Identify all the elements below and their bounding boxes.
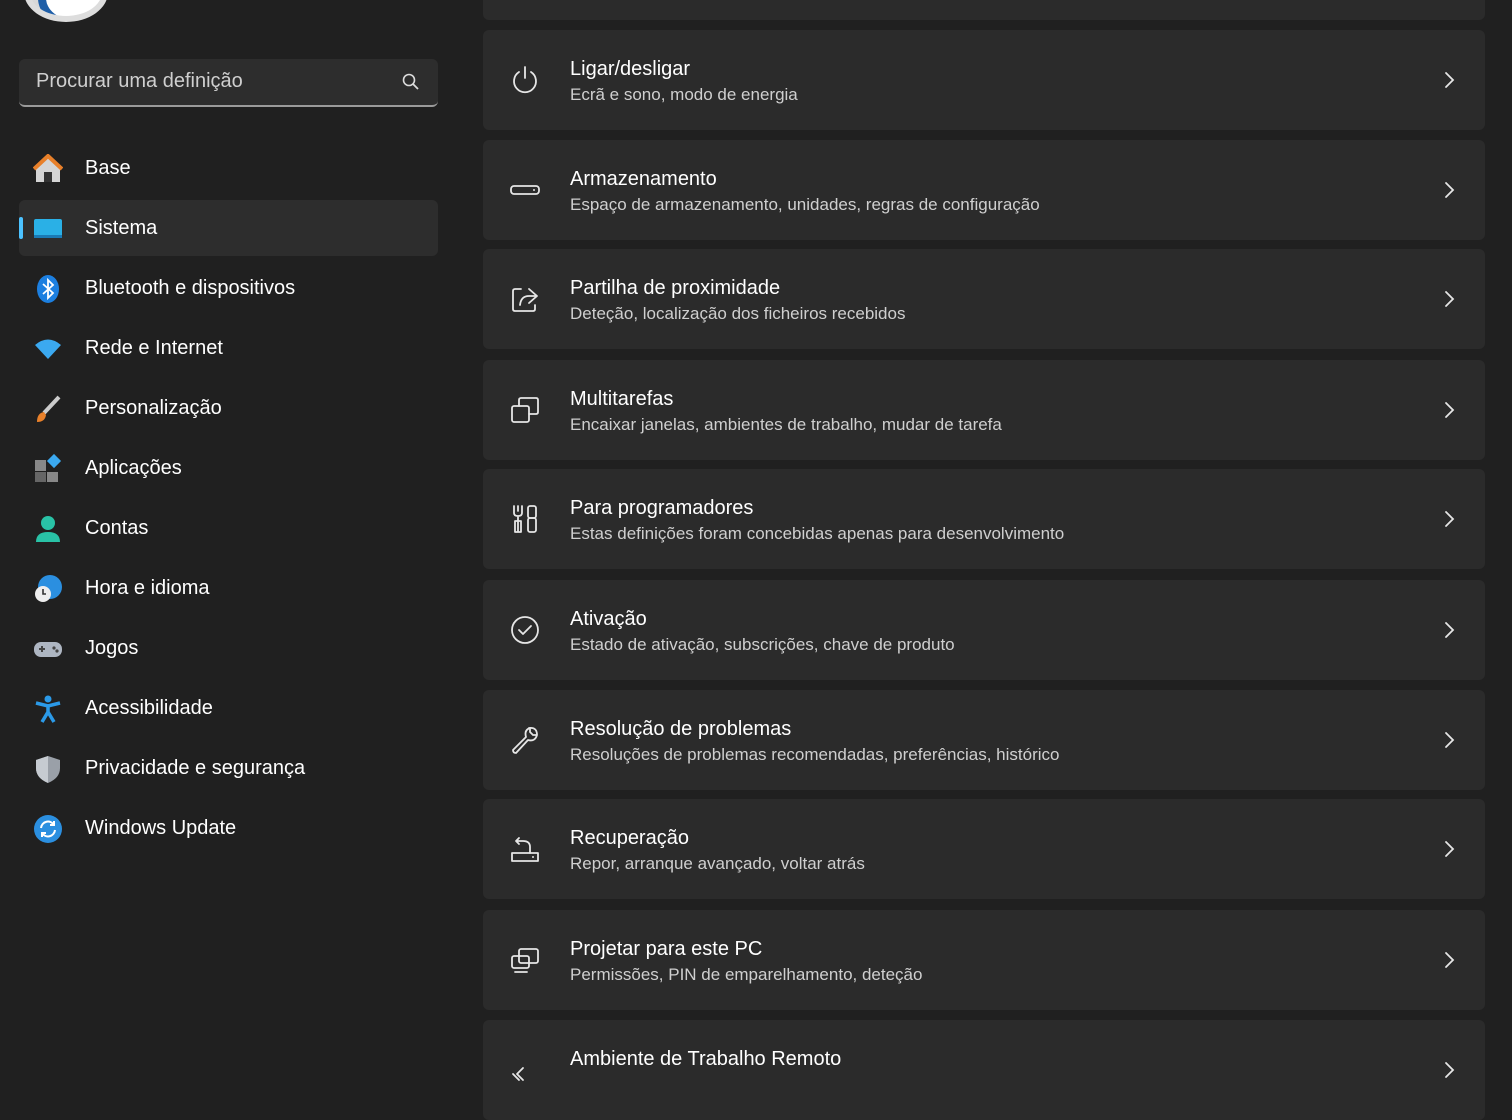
card-title: Partilha de proximidade — [570, 277, 781, 299]
chevron-right-icon — [1443, 620, 1457, 640]
sidebar-item-label: Sistema — [85, 216, 158, 239]
card-title: Ativação — [570, 608, 647, 630]
apps-icon — [33, 454, 63, 484]
chevron-right-icon — [1443, 289, 1457, 309]
sidebar-item-aplicacoes[interactable]: Aplicações — [19, 440, 438, 496]
home-icon — [33, 154, 63, 184]
sidebar-item-hora[interactable]: Hora e idioma — [19, 560, 438, 616]
search-icon[interactable] — [402, 73, 420, 91]
card-title: Projetar para este PC — [570, 938, 763, 960]
settings-card-project[interactable]: Projetar para este PC Permissões, PIN de… — [483, 910, 1485, 1010]
shield-icon — [33, 754, 63, 784]
settings-card-remote-desktop[interactable]: Ambiente de Trabalho Remoto — [483, 1020, 1485, 1120]
settings-card-partial[interactable] — [483, 0, 1485, 20]
chevron-right-icon — [1443, 70, 1457, 90]
chevron-right-icon — [1443, 400, 1457, 420]
sidebar-item-acessibilidade[interactable]: Acessibilidade — [19, 680, 438, 736]
settings-card-check-circle[interactable]: Ativação Estado de ativação, subscrições… — [483, 580, 1485, 680]
sidebar-nav: Base Sistema Bluetooth e dispositivos Rede … — [19, 140, 438, 860]
monitor-icon — [33, 214, 63, 244]
wrench-icon — [509, 724, 541, 756]
search-box[interactable] — [19, 59, 438, 107]
project-icon — [509, 944, 541, 976]
card-subtitle: Encaixar janelas, ambientes de trabalho,… — [570, 415, 1002, 434]
chevron-right-icon — [1443, 1060, 1457, 1080]
update-icon — [33, 814, 63, 844]
sidebar-item-sistema[interactable]: Sistema — [19, 200, 438, 256]
sidebar-item-jogos[interactable]: Jogos — [19, 620, 438, 676]
settings-card-storage[interactable]: Armazenamento Espaço de armazenamento, u… — [483, 140, 1485, 240]
chevron-right-icon — [1443, 180, 1457, 200]
settings-card-power[interactable]: Ligar/desligar Ecrã e sono, modo de ener… — [483, 30, 1485, 130]
sidebar-item-label: Bluetooth e dispositivos — [85, 276, 296, 299]
sidebar-item-label: Rede e Internet — [85, 336, 223, 359]
settings-card-developer-tools[interactable]: Para programadores Estas definições fora… — [483, 469, 1485, 569]
developer-tools-icon — [509, 503, 541, 535]
card-title: Multitarefas — [570, 388, 674, 410]
card-title: Armazenamento — [570, 168, 717, 190]
user-avatar[interactable] — [24, 0, 108, 22]
wifi-icon — [33, 334, 63, 364]
person-icon — [33, 514, 63, 544]
sidebar-item-label: Base — [85, 156, 131, 179]
bluetooth-icon — [33, 274, 63, 304]
card-title: Resolução de problemas — [570, 718, 792, 740]
sidebar-item-windows[interactable]: Windows Update — [19, 800, 438, 856]
share-icon — [509, 283, 541, 315]
card-subtitle: Deteção, localização dos ficheiros receb… — [570, 304, 906, 323]
sidebar-item-label: Hora e idioma — [85, 576, 210, 599]
settings-card-share[interactable]: Partilha de proximidade Deteção, localiz… — [483, 249, 1485, 349]
settings-card-recovery[interactable]: Recuperação Repor, arranque avançado, vo… — [483, 799, 1485, 899]
card-title: Para programadores — [570, 497, 754, 519]
card-subtitle: Permissões, PIN de emparelhamento, deteç… — [570, 965, 923, 984]
card-subtitle: Ecrã e sono, modo de energia — [570, 85, 798, 104]
sidebar-item-label: Jogos — [85, 636, 139, 659]
recovery-icon — [509, 833, 541, 865]
sidebar-item-label: Personalização — [85, 396, 222, 419]
accessibility-icon — [33, 694, 63, 724]
chevron-right-icon — [1443, 839, 1457, 859]
sidebar-item-privacidade[interactable]: Privacidade e segurança — [19, 740, 438, 796]
sidebar-item-bluetooth[interactable]: Bluetooth e dispositivos — [19, 260, 438, 316]
card-subtitle: Espaço de armazenamento, unidades, regra… — [570, 195, 1040, 214]
settings-card-wrench[interactable]: Resolução de problemas Resoluções de pro… — [483, 690, 1485, 790]
card-subtitle: Estado de ativação, subscrições, chave d… — [570, 635, 955, 654]
check-circle-icon — [509, 614, 541, 646]
globe-clock-icon — [33, 574, 63, 604]
sidebar-item-label: Acessibilidade — [85, 696, 213, 719]
sidebar-item-contas[interactable]: Contas — [19, 500, 438, 556]
chevron-right-icon — [1443, 730, 1457, 750]
sidebar-item-label: Privacidade e segurança — [85, 756, 306, 779]
sidebar-item-base[interactable]: Base — [19, 140, 438, 196]
brush-icon — [33, 394, 63, 424]
card-title: Ambiente de Trabalho Remoto — [570, 1048, 842, 1070]
search-input[interactable] — [36, 70, 376, 93]
power-icon — [509, 64, 541, 96]
sidebar-item-label: Aplicações — [85, 456, 182, 479]
gamepad-icon — [33, 634, 63, 664]
chevron-right-icon — [1443, 509, 1457, 529]
card-title: Recuperação — [570, 827, 689, 849]
sidebar-item-label: Windows Update — [85, 816, 237, 839]
chevron-right-icon — [1443, 950, 1457, 970]
card-subtitle: Repor, arranque avançado, voltar atrás — [570, 854, 865, 873]
sidebar-item-personalizacao[interactable]: Personalização — [19, 380, 438, 436]
storage-icon — [509, 174, 541, 206]
multitask-icon — [509, 394, 541, 426]
card-title: Ligar/desligar — [570, 58, 691, 80]
sidebar-item-label: Contas — [85, 516, 149, 539]
card-subtitle: Resoluções de problemas recomendadas, pr… — [570, 745, 1060, 764]
remote-desktop-icon — [509, 1054, 541, 1086]
settings-card-multitask[interactable]: Multitarefas Encaixar janelas, ambientes… — [483, 360, 1485, 460]
sidebar-item-rede[interactable]: Rede e Internet — [19, 320, 438, 376]
card-subtitle: Estas definições foram concebidas apenas… — [570, 524, 1065, 543]
